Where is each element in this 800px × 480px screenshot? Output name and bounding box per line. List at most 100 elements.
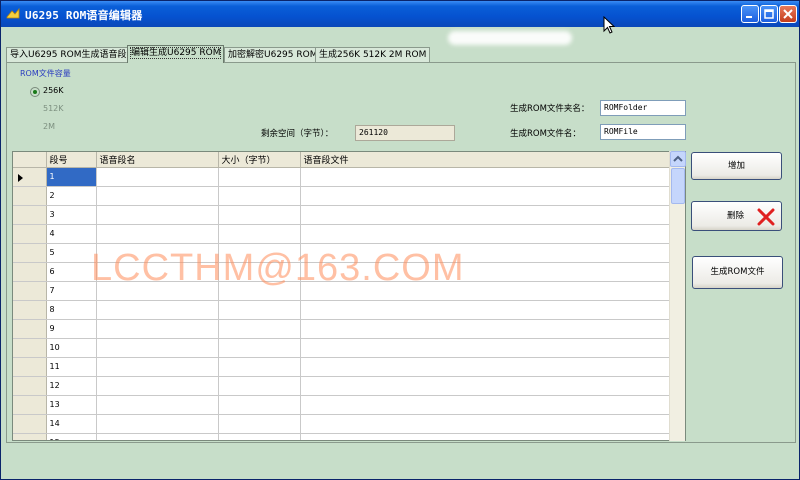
table-row[interactable]: 1 — [13, 167, 671, 187]
cell-size[interactable] — [218, 376, 301, 396]
add-button[interactable]: 增加 — [691, 152, 782, 180]
cell-name[interactable] — [96, 186, 219, 206]
cell-file[interactable] — [300, 414, 671, 434]
cell-index[interactable]: 2 — [46, 186, 97, 206]
cell-index[interactable]: 6 — [46, 262, 97, 282]
cell-size[interactable] — [218, 186, 301, 206]
table-row[interactable]: 13 — [13, 395, 671, 415]
cell-size[interactable] — [218, 414, 301, 434]
cell-size[interactable] — [218, 224, 301, 244]
tab-import-rom[interactable]: 导入U6295 ROM生成语音段 — [6, 47, 131, 62]
cell-name[interactable] — [96, 357, 219, 377]
radio-256k[interactable]: 256K — [30, 86, 100, 98]
tab-generate-rom[interactable]: 生成256K 512K 2M ROM — [315, 47, 431, 62]
cell-file[interactable] — [300, 376, 671, 396]
col-header-size[interactable]: 大小（字节） — [218, 152, 301, 168]
title-bar[interactable]: U6295 ROM语音编辑器 — [1, 1, 799, 27]
row-header[interactable] — [13, 319, 47, 339]
table-row[interactable]: 11 — [13, 357, 671, 377]
maximize-button[interactable] — [760, 5, 778, 23]
cell-name[interactable] — [96, 433, 219, 440]
cell-name[interactable] — [96, 319, 219, 339]
col-header-index[interactable]: 段号 — [46, 152, 97, 168]
row-header[interactable] — [13, 262, 47, 282]
tab-edit-rom[interactable]: 编辑生成U6295 ROM — [127, 45, 225, 63]
table-row[interactable]: 3 — [13, 205, 671, 225]
table-row[interactable]: 9 — [13, 319, 671, 339]
tab-encrypt-rom[interactable]: 加密解密U6295 ROM — [224, 47, 322, 62]
generate-rom-button[interactable]: 生成ROM文件 — [692, 256, 783, 289]
row-header[interactable] — [13, 186, 47, 206]
cell-size[interactable] — [218, 167, 301, 187]
cell-file[interactable] — [300, 205, 671, 225]
cell-file[interactable] — [300, 357, 671, 377]
cell-name[interactable] — [96, 300, 219, 320]
close-button[interactable] — [779, 5, 797, 23]
cell-name[interactable] — [96, 414, 219, 434]
scroll-thumb[interactable] — [671, 168, 685, 204]
radio-512k[interactable]: 512K — [30, 104, 100, 116]
delete-button[interactable]: 删除 — [691, 201, 782, 231]
table-row[interactable]: 15 — [13, 433, 671, 440]
cell-file[interactable] — [300, 300, 671, 320]
cell-index[interactable]: 15 — [46, 433, 97, 440]
cell-size[interactable] — [218, 338, 301, 358]
radio-2m[interactable]: 2M — [30, 122, 100, 134]
cell-file[interactable] — [300, 186, 671, 206]
cell-size[interactable] — [218, 300, 301, 320]
col-header-name[interactable]: 语音段名 — [96, 152, 219, 168]
grid-vertical-scrollbar[interactable] — [669, 151, 686, 441]
voice-segment-grid[interactable]: 段号 语音段名 大小（字节） 语音段文件 1 2 3 4 5 6 7 8 9 10 11 12 13 14… — [12, 151, 686, 441]
cell-index[interactable]: 9 — [46, 319, 97, 339]
row-header[interactable] — [13, 205, 47, 225]
row-header[interactable] — [13, 414, 47, 434]
cell-file[interactable] — [300, 338, 671, 358]
table-row[interactable]: 14 — [13, 414, 671, 434]
row-header[interactable] — [13, 300, 47, 320]
row-header[interactable] — [13, 433, 47, 440]
cell-name[interactable] — [96, 395, 219, 415]
row-header[interactable] — [13, 243, 47, 263]
row-header[interactable] — [13, 224, 47, 244]
cell-file[interactable] — [300, 167, 671, 187]
col-header-file[interactable]: 语音段文件 — [300, 152, 671, 168]
table-row[interactable]: 8 — [13, 300, 671, 320]
cell-index[interactable]: 7 — [46, 281, 97, 301]
table-row[interactable]: 4 — [13, 224, 671, 244]
cell-index[interactable]: 10 — [46, 338, 97, 358]
table-row[interactable]: 12 — [13, 376, 671, 396]
cell-index[interactable]: 11 — [46, 357, 97, 377]
row-header[interactable] — [13, 281, 47, 301]
table-row[interactable]: 2 — [13, 186, 671, 206]
row-header[interactable] — [13, 395, 47, 415]
cell-name[interactable] — [96, 338, 219, 358]
cell-name[interactable] — [96, 224, 219, 244]
cell-index[interactable]: 8 — [46, 300, 97, 320]
row-header[interactable] — [13, 357, 47, 377]
cell-name[interactable] — [96, 205, 219, 225]
cell-index[interactable]: 4 — [46, 224, 97, 244]
row-header[interactable] — [13, 376, 47, 396]
cell-index[interactable]: 5 — [46, 243, 97, 263]
cell-size[interactable] — [218, 395, 301, 415]
row-header[interactable] — [13, 167, 47, 187]
cell-size[interactable] — [218, 319, 301, 339]
cell-name[interactable] — [96, 167, 219, 187]
cell-file[interactable] — [300, 433, 671, 440]
cell-index[interactable]: 12 — [46, 376, 97, 396]
cell-name[interactable] — [96, 376, 219, 396]
cell-file[interactable] — [300, 319, 671, 339]
cell-size[interactable] — [218, 205, 301, 225]
cell-index[interactable]: 3 — [46, 205, 97, 225]
cell-index[interactable]: 1 — [46, 167, 97, 187]
minimize-button[interactable] — [741, 5, 759, 23]
cell-size[interactable] — [218, 433, 301, 440]
cell-index[interactable]: 14 — [46, 414, 97, 434]
cell-file[interactable] — [300, 395, 671, 415]
file-name-input[interactable]: ROMFile — [600, 124, 686, 140]
cell-file[interactable] — [300, 224, 671, 244]
cell-index[interactable]: 13 — [46, 395, 97, 415]
row-header[interactable] — [13, 338, 47, 358]
scroll-up-button[interactable] — [670, 151, 686, 167]
cell-size[interactable] — [218, 357, 301, 377]
